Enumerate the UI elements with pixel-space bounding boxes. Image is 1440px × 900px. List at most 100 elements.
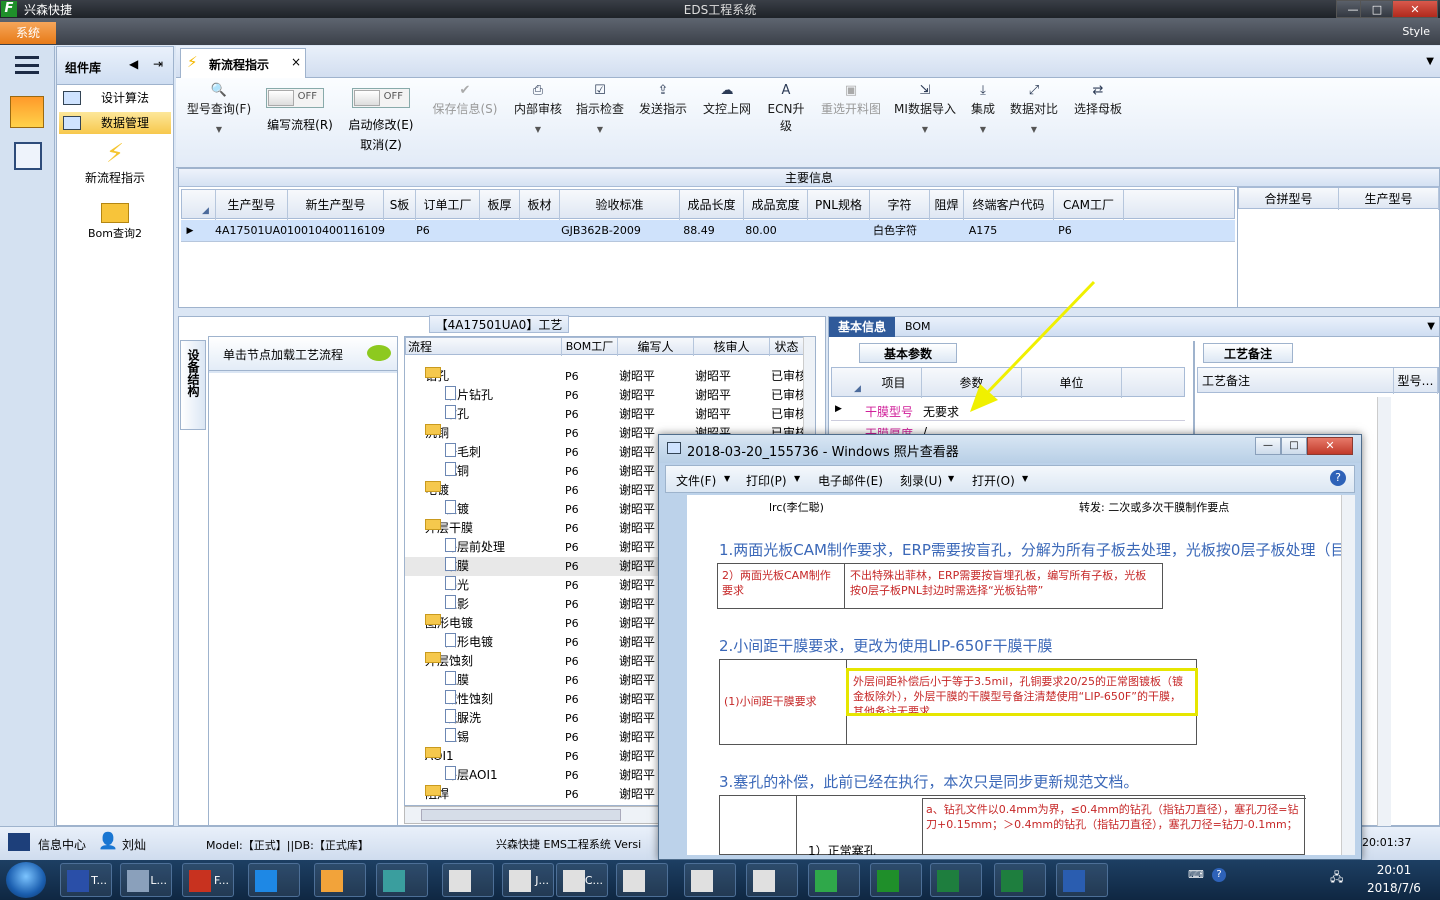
tree-node[interactable]: 去毛刺 [445,443,481,462]
splitter[interactable] [178,308,1440,316]
menu-file[interactable]: 文件(F) [676,472,716,489]
tree-node[interactable]: 碱性蚀刻 [445,690,493,709]
col-header[interactable]: 项目 [866,368,922,398]
col-header[interactable]: 生产型号 [216,190,288,220]
hamburger-menu-icon[interactable] [15,56,39,74]
help-icon[interactable]: ? [1212,868,1226,882]
new-process-item[interactable]: ⚡ 新流程指示 [57,139,173,189]
taskbar-app-button[interactable] [442,863,494,897]
tree-node[interactable]: 沉铜 [445,462,469,481]
system-menu-button[interactable]: 系统 [0,22,56,44]
col-header[interactable]: 状态 [770,338,804,356]
tab-close-icon[interactable]: × [291,55,301,69]
taskbar-app-button[interactable] [930,863,982,897]
collapse-left-icon[interactable]: ◀ [129,57,138,71]
remark-scrollbar[interactable] [1377,397,1391,827]
table-row[interactable]: ▶ 4A17501UA0 10010400116109 P6 GJB362B-2… [181,220,1235,242]
taskbar-app-button[interactable] [808,863,860,897]
col-header[interactable]: 合拼型号 [1239,188,1339,210]
clock-date[interactable]: 2018/7/6 [1360,881,1428,895]
tab-basic-params[interactable]: 基本参数 [859,343,957,363]
clock-time[interactable]: 20:01 [1360,863,1428,877]
col-header[interactable]: 流程 [406,338,562,356]
reselect-cutting-button[interactable]: ▣ 重选开料图 [818,84,884,117]
menu-email[interactable]: 电子邮件(E) [818,472,883,489]
col-header[interactable]: 订单工厂 [416,190,480,220]
toggle-switch[interactable]: OFF [266,88,324,108]
tree-node[interactable]: −图形电镀 [425,614,473,633]
tree-node[interactable]: 退膜 [445,671,469,690]
taskbar-app-button[interactable] [684,863,736,897]
taskbar-app-button[interactable]: C... [556,863,608,897]
col-header[interactable]: CAM工厂 [1054,190,1124,220]
tab-list-chevron-icon[interactable]: ▼ [1426,56,1434,67]
close-button[interactable]: ✕ [1392,0,1438,18]
col-header[interactable]: 型号… [1394,368,1438,394]
taskbar-app-button[interactable]: F... [182,863,234,897]
calculator-icon[interactable] [14,142,42,170]
viewer-close-button[interactable]: ✕ [1307,437,1353,455]
info-center-link[interactable]: 信息中心 [38,836,86,853]
col-header[interactable]: 工艺备注 [1198,368,1394,394]
col-header[interactable]: BOM工厂 [562,338,618,356]
instruction-check-button[interactable]: ☑ 指示检查 ▼ [572,84,628,135]
tree-node[interactable]: 曝光 [445,576,469,595]
chevron-down-icon[interactable]: ▼ [1427,321,1435,332]
menu-burn[interactable]: 刻录(U) [900,472,942,489]
col-header[interactable]: 阻焊 [930,190,964,220]
viewer-minimize-button[interactable]: — [1255,437,1281,455]
tree-node[interactable]: 退锡 [445,728,469,747]
col-header[interactable]: 编写人 [618,338,694,356]
panel-item-data-management[interactable]: 数据管理 [59,112,171,134]
tab-process-remark[interactable]: 工艺备注 [1203,343,1293,363]
list-item[interactable]: 铝片钻孔 P6 谢昭平 谢昭平 已审核 [405,386,815,405]
col-header[interactable]: PNL规格 [808,190,870,220]
menu-print[interactable]: 打印(P) [746,472,787,489]
tree-node[interactable]: 图形电镀 [445,633,493,652]
model-query-button[interactable]: 🔍 型号查询(F) ▼ [184,84,254,135]
taskbar-app-button[interactable] [994,863,1046,897]
tree-node[interactable]: −阻焊 [425,785,449,804]
tree-node[interactable]: −外层蚀刻 [425,652,473,671]
tab-new-process[interactable]: ⚡ 新流程指示 × [180,48,306,78]
col-header[interactable]: 字符 [870,190,930,220]
select-master-board-button[interactable]: ⇄ 选择母板 [1070,84,1126,117]
tab-basic-info[interactable]: 基本信息 [829,317,895,337]
tree-node[interactable]: 钻孔 [445,405,469,424]
tree-node[interactable]: −电镀 [425,481,449,500]
help-icon[interactable]: ? [1330,470,1346,486]
taskbar-app-button[interactable] [248,863,300,897]
mi-data-import-button[interactable]: ⇲ MI数据导入 ▼ [892,84,958,135]
toggle-switch[interactable]: OFF [352,88,410,108]
document-upload-button[interactable]: ☁ 文控上网 [698,84,756,117]
tree-node[interactable]: 外层AOI1 [445,766,498,785]
col-header[interactable]: 新生产型号 [288,190,384,220]
send-instruction-button[interactable]: ⇪ 发送指示 [634,84,692,117]
viewer-scrollbar[interactable] [1341,495,1355,855]
list-item[interactable]: 钻孔 P6 谢昭平 谢昭平 已审核 [405,405,815,424]
col-header[interactable]: 板材 [520,190,560,220]
tree-node[interactable]: 显影 [445,595,469,614]
tree-node[interactable]: −沉铜 [425,424,449,443]
tab-bom[interactable]: BOM [905,320,931,333]
col-header[interactable]: 成品长度 [680,190,744,220]
write-process-toggle[interactable]: OFF 编写流程(R) [262,88,338,133]
tree-node[interactable]: 铝片钻孔 [445,386,493,405]
start-button-icon[interactable] [6,862,46,898]
col-header[interactable]: 验收标准 [560,190,680,220]
tree-node[interactable]: 硫脲洗 [445,709,481,728]
taskbar-app-button[interactable] [314,863,366,897]
col-header[interactable]: 板厚 [480,190,520,220]
style-selector[interactable]: Style [1402,25,1430,38]
yx-module-icon[interactable] [10,96,44,128]
col-header[interactable]: 核审人 [694,338,770,356]
panel-item-design-algorithm[interactable]: 设计算法 [59,87,171,109]
col-header[interactable]: 成品宽度 [744,190,808,220]
col-header[interactable]: 生产型号 [1339,188,1439,210]
ecn-upgrade-button[interactable]: A ECN升级 [762,84,810,134]
taskbar-app-button[interactable]: J... [502,863,554,897]
taskbar-app-button[interactable]: T... [60,863,112,897]
taskbar-app-button[interactable] [746,863,798,897]
tree-node[interactable]: 贴膜 [445,557,469,576]
save-info-button[interactable]: ✔ 保存信息(S) [428,84,502,117]
